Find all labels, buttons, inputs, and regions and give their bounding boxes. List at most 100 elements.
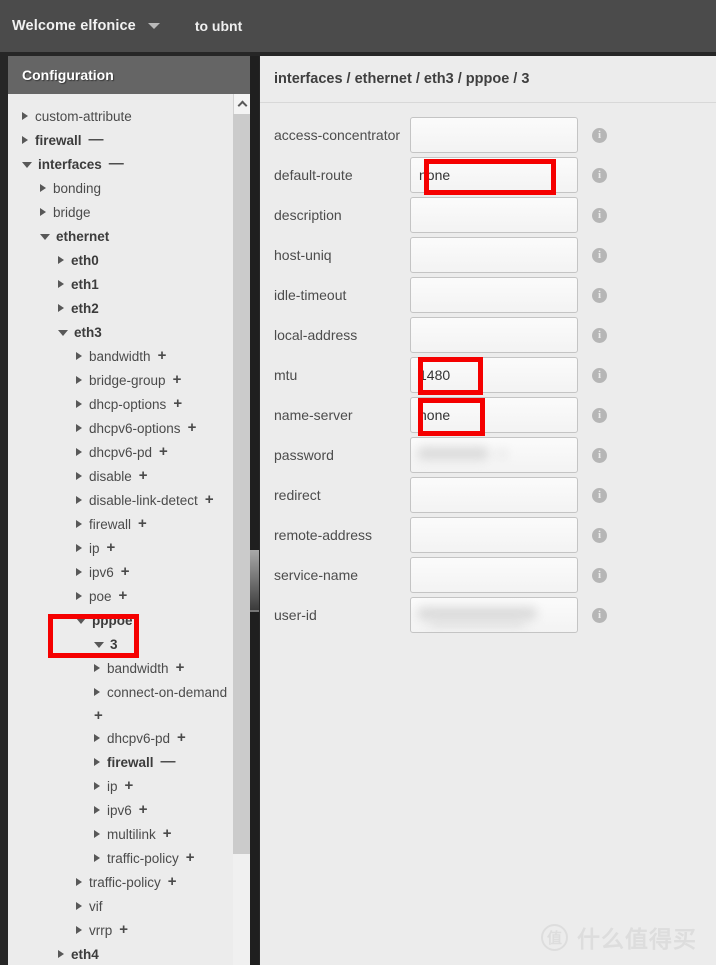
tree-node-firewall[interactable]: firewall — <box>8 750 250 774</box>
info-icon[interactable]: i <box>592 447 607 463</box>
tree-node-dhcp-options[interactable]: dhcp-options + <box>8 392 250 416</box>
tree-node-dhcpv6-options[interactable]: dhcpv6-options + <box>8 416 250 440</box>
caret-right-icon[interactable] <box>94 734 100 742</box>
add-node-icon[interactable]: + <box>168 874 177 889</box>
add-node-icon[interactable]: + <box>158 348 167 363</box>
info-icon[interactable]: i <box>592 487 607 503</box>
tree-node-dhcpv6-pd[interactable]: dhcpv6-pd + <box>8 440 250 464</box>
tree-node-ethernet[interactable]: ethernet <box>8 224 250 248</box>
caret-right-icon[interactable] <box>40 208 46 216</box>
add-node-icon[interactable]: + <box>121 564 130 579</box>
tree-node-ip[interactable]: ip + <box>8 774 250 798</box>
tree-node-disable-link-detect[interactable]: disable-link-detect + <box>8 488 250 512</box>
input-idle-timeout[interactable] <box>410 277 578 313</box>
add-node-icon[interactable]: + <box>8 704 250 726</box>
add-node-icon[interactable]: + <box>205 492 214 507</box>
caret-right-icon[interactable] <box>76 902 82 910</box>
add-node-icon[interactable]: + <box>139 468 148 483</box>
tree-node-eth1[interactable]: eth1 <box>8 272 250 296</box>
add-node-icon[interactable]: + <box>138 516 147 531</box>
input-name-server[interactable]: none <box>410 397 578 433</box>
info-icon[interactable]: i <box>592 247 607 263</box>
input-default-route[interactable]: none <box>410 157 578 193</box>
add-node-icon[interactable]: + <box>186 850 195 865</box>
input-remote-address[interactable] <box>410 517 578 553</box>
caret-right-icon[interactable] <box>22 112 28 120</box>
add-node-icon[interactable]: + <box>173 396 182 411</box>
caret-right-icon[interactable] <box>58 256 64 264</box>
input-local-address[interactable] <box>410 317 578 353</box>
caret-right-icon[interactable] <box>94 854 100 862</box>
tree-node-eth0[interactable]: eth0 <box>8 248 250 272</box>
add-node-icon[interactable]: + <box>176 660 185 675</box>
info-icon[interactable]: i <box>592 527 607 543</box>
caret-right-icon[interactable] <box>76 472 82 480</box>
tree-node-pppoe[interactable]: pppoe <box>8 608 250 632</box>
tree-node-vrrp[interactable]: vrrp + <box>8 918 250 942</box>
info-icon[interactable]: i <box>592 327 607 343</box>
caret-down-icon[interactable] <box>22 162 32 168</box>
caret-right-icon[interactable] <box>76 448 82 456</box>
sidebar-scroll-up-button[interactable] <box>233 94 250 114</box>
caret-right-icon[interactable] <box>76 592 82 600</box>
tree-node-eth4[interactable]: eth4 <box>8 942 250 965</box>
input-mtu[interactable]: 1480 <box>410 357 578 393</box>
tree-node-connect-on-demand[interactable]: connect-on-demand <box>8 680 250 704</box>
add-node-icon[interactable]: + <box>177 730 186 745</box>
tree-node-dhcpv6-pd[interactable]: dhcpv6-pd + <box>8 726 250 750</box>
caret-right-icon[interactable] <box>94 664 100 672</box>
caret-right-icon[interactable] <box>94 688 100 696</box>
tree-node-poe[interactable]: poe + <box>8 584 250 608</box>
sidebar-scrollbar-thumb[interactable] <box>233 114 250 854</box>
add-node-icon[interactable]: + <box>125 778 134 793</box>
add-node-icon[interactable]: + <box>119 588 128 603</box>
info-icon[interactable]: i <box>592 167 607 183</box>
tree-node-bridge-group[interactable]: bridge-group + <box>8 368 250 392</box>
tree-node-bridge[interactable]: bridge <box>8 200 250 224</box>
caret-right-icon[interactable] <box>76 352 82 360</box>
info-icon[interactable]: i <box>592 407 607 423</box>
add-node-icon[interactable]: + <box>163 826 172 841</box>
caret-right-icon[interactable] <box>94 806 100 814</box>
input-access-concentrator[interactable] <box>410 117 578 153</box>
tree-node-traffic-policy[interactable]: traffic-policy + <box>8 846 250 870</box>
caret-right-icon[interactable] <box>94 830 100 838</box>
add-node-icon[interactable]: + <box>107 540 116 555</box>
add-node-icon[interactable]: + <box>139 802 148 817</box>
caret-right-icon[interactable] <box>94 782 100 790</box>
input-password[interactable] <box>410 437 578 473</box>
tree-node-eth3[interactable]: eth3 <box>8 320 250 344</box>
input-service-name[interactable] <box>410 557 578 593</box>
remove-node-icon[interactable]: — <box>89 132 104 147</box>
tree-node-ipv6[interactable]: ipv6 + <box>8 560 250 584</box>
info-icon[interactable]: i <box>592 607 607 623</box>
caret-right-icon[interactable] <box>76 424 82 432</box>
remove-node-icon[interactable]: — <box>161 754 176 769</box>
caret-right-icon[interactable] <box>76 376 82 384</box>
caret-right-icon[interactable] <box>58 950 64 958</box>
remove-node-icon[interactable]: — <box>109 156 124 171</box>
tree-node-eth2[interactable]: eth2 <box>8 296 250 320</box>
tree-node-firewall[interactable]: firewall + <box>8 512 250 536</box>
page-scrollbar-track[interactable] <box>250 56 259 965</box>
caret-down-icon[interactable] <box>147 23 160 29</box>
caret-right-icon[interactable] <box>76 926 82 934</box>
tree-node-interfaces[interactable]: interfaces — <box>8 152 250 176</box>
caret-right-icon[interactable] <box>58 280 64 288</box>
tree-node-3[interactable]: 3 <box>8 632 250 656</box>
tree-node-traffic-policy[interactable]: traffic-policy + <box>8 870 250 894</box>
caret-right-icon[interactable] <box>40 184 46 192</box>
tree-node-firewall[interactable]: firewall — <box>8 128 250 152</box>
tree-node-bandwidth[interactable]: bandwidth + <box>8 344 250 368</box>
add-node-icon[interactable]: + <box>159 444 168 459</box>
caret-right-icon[interactable] <box>76 496 82 504</box>
page-scrollbar-thumb[interactable] <box>250 550 259 612</box>
caret-right-icon[interactable] <box>76 520 82 528</box>
info-icon[interactable]: i <box>592 367 607 383</box>
info-icon[interactable]: i <box>592 287 607 303</box>
info-icon[interactable]: i <box>592 127 607 143</box>
caret-right-icon[interactable] <box>76 544 82 552</box>
add-node-icon[interactable]: + <box>173 372 182 387</box>
tree-node-bandwidth[interactable]: bandwidth + <box>8 656 250 680</box>
caret-right-icon[interactable] <box>94 758 100 766</box>
